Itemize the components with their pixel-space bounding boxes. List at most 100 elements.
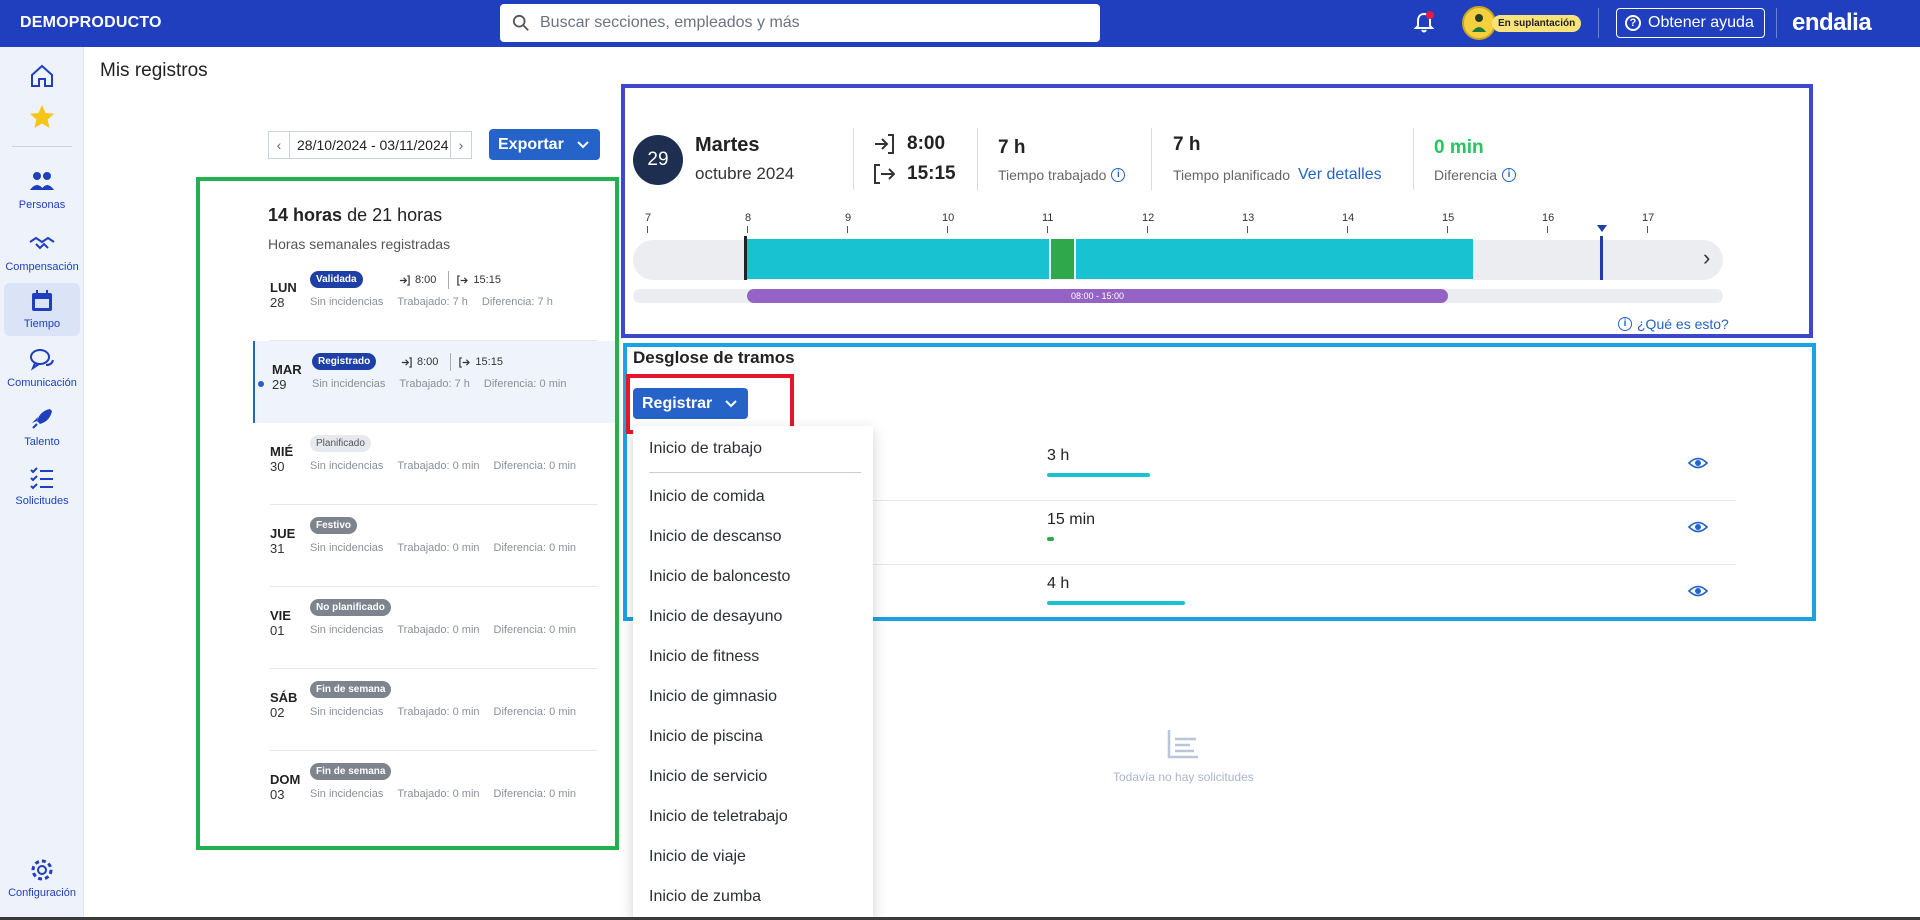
chevron-right-icon[interactable]: › — [1703, 245, 1710, 271]
tick-mark — [1647, 226, 1648, 233]
day-row-fri[interactable]: VIE 01 No planificado Sin incidencias Tra… — [253, 587, 615, 669]
help-button[interactable]: ? Obtener ayuda — [1616, 8, 1765, 38]
day-name: MAR — [272, 362, 302, 377]
chevron-down-icon — [725, 400, 737, 408]
sidebar-item-personas[interactable]: Personas — [0, 168, 84, 211]
sidebar-item-solicitudes[interactable]: Solicitudes — [0, 464, 84, 507]
menu-item[interactable]: Inicio de trabajo — [649, 440, 762, 458]
menu-item[interactable]: Inicio de gimnasio — [649, 688, 777, 706]
search-input[interactable] — [540, 14, 1080, 32]
search-box[interactable] — [500, 4, 1100, 42]
sidebar-item-comunicacion[interactable]: Comunicación — [0, 346, 84, 389]
register-label: Registrar — [642, 394, 713, 412]
user-menu[interactable]: En suplantación — [1462, 6, 1582, 40]
info-icon[interactable]: i — [1111, 168, 1126, 182]
break-segment[interactable] — [1051, 239, 1074, 279]
tick-mark — [947, 226, 948, 233]
sidebar-label: Tiempo — [23, 318, 61, 330]
now-indicator-icon — [1597, 225, 1607, 232]
menu-item[interactable]: Inicio de viaje — [649, 848, 746, 866]
menu-item[interactable]: Inicio de desayuno — [649, 608, 782, 626]
tick-mark — [847, 226, 848, 233]
endalia-logo[interactable]: endalia — [1792, 9, 1872, 264]
worked-time-label-text: Tiempo trabajado — [998, 167, 1107, 183]
sidebar-label: Talento — [24, 436, 60, 448]
menu-item[interactable]: Inicio de zumba — [649, 888, 761, 906]
divider — [853, 128, 854, 190]
sidebar-item-tiempo[interactable]: Tiempo — [4, 283, 80, 336]
rocket-icon — [32, 409, 52, 429]
sidebar-item-talento[interactable]: Talento — [0, 405, 84, 448]
day-row-sat[interactable]: SÁB 02 Fin de semana Sin incidencias Trab… — [253, 669, 615, 751]
menu-item[interactable]: Inicio de baloncesto — [649, 568, 790, 586]
day-row-wed[interactable]: MIÉ 30 Planificado Sin incidencias Trabaj… — [253, 423, 615, 505]
menu-item[interactable]: Inicio de servicio — [649, 768, 767, 786]
sidebar-item-configuracion[interactable]: Configuración — [0, 856, 84, 899]
menu-item[interactable]: Inicio de fitness — [649, 648, 759, 666]
register-button[interactable]: Registrar — [633, 388, 748, 419]
incidences: Sin incidencias — [310, 706, 384, 718]
sidebar-item-compensacion[interactable]: Compensación — [0, 230, 84, 273]
eye-icon[interactable] — [1688, 453, 1708, 473]
clock-times: 8:00 15:15 — [401, 353, 503, 371]
day-row-thu[interactable]: JUE 31 Festivo Sin incidencias Trabajado:… — [253, 505, 615, 587]
question-icon: ? — [1625, 15, 1641, 31]
date-range-input[interactable]: 28/10/2024 - 03/11/2024 — [290, 131, 450, 159]
timeline-tick: 17 — [1642, 212, 1655, 224]
duration-bar — [1047, 601, 1185, 605]
eye-icon[interactable] — [1688, 517, 1708, 537]
sidebar-item-favorites[interactable] — [0, 103, 84, 131]
clock-in-time: 8:00 — [907, 133, 946, 154]
info-icon: i — [1618, 317, 1632, 331]
duration-bar — [1047, 473, 1150, 477]
incidences: Sin incidencias — [310, 296, 384, 308]
day-row-tue[interactable]: MAR 29 Registrado 8:00 15:15 Sin inciden… — [253, 341, 615, 423]
worked: Trabajado: 0 min — [397, 706, 480, 718]
what-is-this-link[interactable]: i ¿Qué es esto? — [1618, 316, 1729, 332]
tick-mark — [1247, 226, 1248, 233]
prev-week-button[interactable]: ‹ — [268, 131, 290, 159]
company-name[interactable]: DEMOPRODUCTO — [20, 14, 162, 32]
menu-item[interactable]: Inicio de comida — [649, 488, 765, 506]
menu-item[interactable]: Inicio de piscina — [649, 728, 763, 746]
sidebar-label: Comunicación — [7, 377, 77, 389]
difference-label: Diferencia i — [1434, 167, 1517, 183]
menu-item[interactable]: Inicio de teletrabajo — [649, 808, 788, 826]
clock-in-icon — [401, 356, 412, 368]
tick-mark — [1447, 226, 1448, 233]
day-meta: Sin incidencias Trabajado: 0 min Diferenci… — [310, 788, 590, 800]
calendar-icon — [32, 290, 52, 311]
menu-item[interactable]: Inicio de descanso — [649, 528, 782, 546]
export-button[interactable]: Exportar — [489, 129, 600, 160]
status-badge: Fin de semana — [310, 763, 392, 780]
day-row-mon[interactable]: LUN 28 Validada 8:00 15:15 Sin incidenci… — [253, 259, 615, 341]
work-segment[interactable] — [1076, 239, 1473, 279]
clock-in-time: 8:00 — [417, 356, 439, 368]
clock-in-icon — [875, 134, 894, 154]
day-row-sun[interactable]: DOM 03 Fin de semana Sin incidencias Trab… — [253, 751, 615, 833]
day-meta: Sin incidencias Trabajado: 7 h Diferencia:… — [312, 378, 580, 390]
worked-time-label: Tiempo trabajado i — [998, 167, 1126, 183]
day-meta: Sin incidencias Trabajado: 0 min Diferenci… — [310, 460, 590, 472]
page-title: Mis registros — [100, 60, 208, 81]
incidences: Sin incidencias — [310, 788, 384, 800]
tick-mark — [1347, 226, 1348, 233]
tick-mark — [1147, 226, 1148, 233]
info-icon[interactable]: i — [1502, 168, 1517, 182]
work-segment[interactable] — [747, 239, 1049, 279]
timeline-tick: 12 — [1142, 212, 1155, 224]
export-label: Exportar — [498, 135, 564, 153]
status-badge: Registrado — [312, 353, 377, 370]
worked: Trabajado: 7 h — [399, 378, 470, 390]
segment-duration: 15 min — [1047, 511, 1096, 528]
status-badge: Validada — [310, 271, 363, 288]
view-details-link[interactable]: Ver detalles — [1298, 166, 1382, 184]
status-badge: No planificado — [310, 599, 391, 616]
next-week-button[interactable]: › — [450, 131, 472, 159]
difference: Diferencia: 0 min — [493, 706, 577, 718]
tick-mark — [647, 226, 648, 233]
sidebar-item-home[interactable] — [0, 62, 84, 90]
status-badge: Festivo — [310, 517, 358, 534]
eye-icon[interactable] — [1688, 581, 1708, 601]
duration-bar — [1047, 537, 1054, 541]
